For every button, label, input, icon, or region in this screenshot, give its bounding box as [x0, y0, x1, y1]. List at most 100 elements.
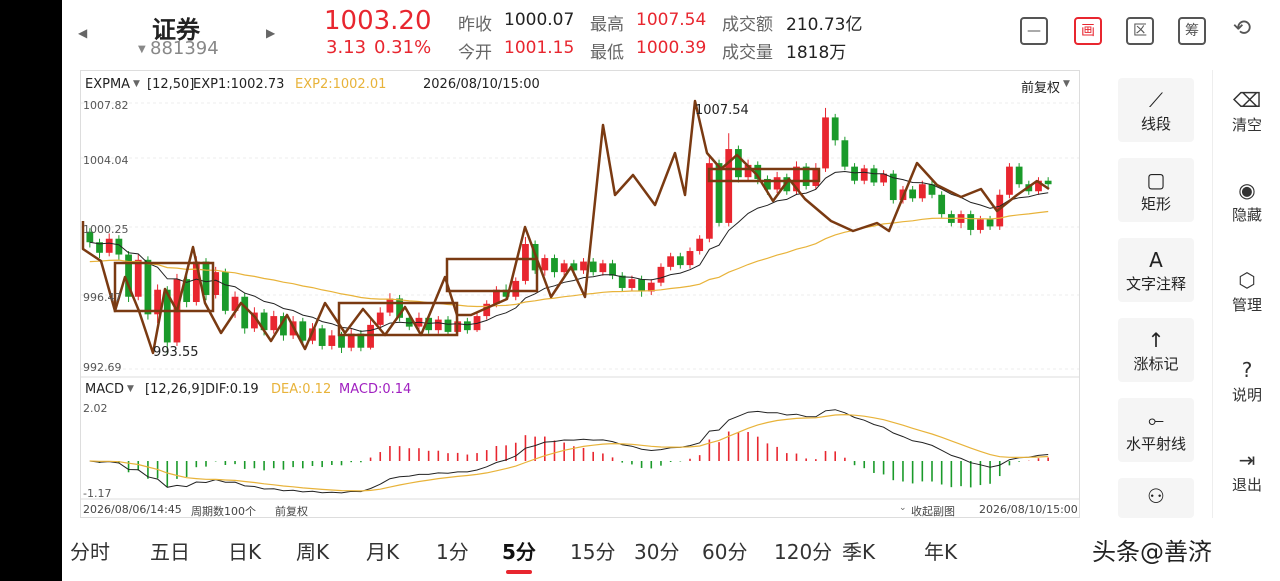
candle-body: [522, 243, 529, 281]
exit-button[interactable]: ⇥ 退出: [1217, 448, 1277, 495]
candle-body: [667, 256, 675, 267]
period-tab-5[interactable]: 1分: [436, 536, 469, 565]
candle-body: [463, 321, 471, 331]
adjust-selector[interactable]: 前复权: [1021, 77, 1060, 96]
chips-icon[interactable]: 筹: [1178, 17, 1206, 45]
adjust-dropdown-icon[interactable]: ▼: [1063, 79, 1070, 89]
hide-button[interactable]: ◉ 隐藏: [1217, 178, 1277, 225]
candle-body: [822, 117, 829, 169]
exp1-value: EXP1:1002.73: [193, 77, 285, 92]
manage-icon: ⬡: [1238, 268, 1256, 292]
exp2-value: EXP2:1002.01: [295, 77, 387, 92]
drawing-tools-panel: ⟋ 线段 ▢ 矩形 A 文字注释 ↑ 涨标记 ⟜ 水平射线 ⚇: [1088, 70, 1212, 518]
dea-line: [89, 413, 1049, 492]
chart-panel[interactable]: EXPMA ▼ [12,50] EXP1:1002.73 EXP2:1002.0…: [80, 70, 1080, 518]
tool-label: 涨标记: [1133, 355, 1179, 373]
prev-stock-arrow-icon[interactable]: ◀: [78, 26, 87, 40]
manage-button[interactable]: ⬡ 管理: [1217, 268, 1277, 315]
macd-selector[interactable]: MACD: [85, 382, 124, 397]
candle-body: [1006, 166, 1013, 195]
candle-body: [434, 319, 442, 331]
period-tab-9[interactable]: 60分: [702, 536, 747, 565]
figure-icon: ⚇: [1147, 484, 1165, 508]
period-tab-12[interactable]: 年K: [924, 536, 957, 565]
candle-body: [134, 259, 142, 297]
candle-body: [686, 251, 694, 266]
candle-body: [241, 296, 249, 329]
indicator-dropdown-icon[interactable]: ▼: [133, 79, 140, 89]
period-tab-0[interactable]: 分时: [70, 536, 110, 565]
tool-line-segment[interactable]: ⟋ 线段: [1118, 78, 1194, 142]
ray-icon: ⟜: [1148, 408, 1164, 432]
period-tab-7[interactable]: 15分: [570, 536, 615, 565]
candle-body: [444, 319, 452, 332]
low-value: 1000.39: [636, 38, 707, 58]
y-label-3: 1000.25: [83, 223, 129, 236]
high-value: 1007.54: [636, 10, 707, 30]
candle-body: [541, 258, 549, 271]
exit-icon: ⇥: [1238, 448, 1256, 472]
next-stock-arrow-icon[interactable]: ▶: [266, 26, 275, 40]
tool-rectangle[interactable]: ▢ 矩形: [1118, 158, 1194, 222]
indicator-params: [12,50]: [147, 77, 195, 92]
up-arrow-icon: ↑: [1147, 328, 1165, 352]
open-label: 今开: [458, 43, 492, 63]
tool-horizontal-ray[interactable]: ⟜ 水平射线: [1118, 398, 1194, 462]
candle-body: [328, 335, 336, 346]
price-change-pct: 0.31%: [374, 37, 432, 58]
macd-dropdown-icon[interactable]: ▼: [127, 384, 134, 394]
period-tab-4[interactable]: 月K: [366, 536, 399, 565]
stock-code[interactable]: 881394: [150, 38, 219, 59]
period-tab-1[interactable]: 五日: [150, 536, 190, 565]
range-icon[interactable]: 区: [1126, 17, 1154, 45]
volume-value: 1818万: [786, 43, 847, 63]
period-count: 周期数100个: [191, 505, 256, 518]
candle-body: [270, 316, 278, 331]
candle-body: [909, 189, 917, 199]
candle-body: [773, 177, 781, 190]
main-chart[interactable]: [81, 71, 1079, 517]
candle-body: [202, 261, 210, 295]
help-icon: ?: [1241, 358, 1253, 382]
turnover-label: 成交额: [722, 15, 773, 35]
minus-box-icon[interactable]: —: [1020, 17, 1048, 45]
chart-datetime: 2026/08/10/15:00: [423, 77, 540, 92]
candle-body: [735, 149, 742, 178]
collapse-subchart-button[interactable]: 收起副图: [911, 503, 955, 519]
turnover-value: 210.73亿: [786, 15, 863, 35]
tool-more[interactable]: ⚇: [1118, 478, 1194, 518]
draw-icon[interactable]: 画: [1074, 17, 1102, 45]
indicator-selector[interactable]: EXPMA: [85, 77, 130, 92]
period-tab-3[interactable]: 周K: [296, 536, 329, 565]
tool-up-mark[interactable]: ↑ 涨标记: [1118, 318, 1194, 382]
candle-body: [918, 184, 926, 199]
open-value: 1001.15: [504, 38, 575, 58]
y-label-4: 996.47: [83, 291, 122, 304]
rotate-screen-icon[interactable]: ⟲: [1228, 17, 1256, 45]
current-price: 1003.20: [324, 6, 432, 36]
period-tab-10[interactable]: 120分: [774, 536, 832, 565]
candle-body: [144, 259, 152, 315]
period-tab-2[interactable]: 日K: [228, 536, 261, 565]
candle-body: [599, 263, 607, 273]
dropdown-icon[interactable]: ▼: [138, 44, 146, 55]
trash-icon: ⌫: [1232, 88, 1262, 112]
y-label-2: 1004.04: [83, 154, 129, 167]
tool-label: 水平射线: [1125, 435, 1186, 453]
period-tab-11[interactable]: 季K: [842, 536, 875, 565]
candle-body: [657, 266, 665, 283]
clear-button[interactable]: ⌫ 清空: [1217, 88, 1277, 135]
tool-text[interactable]: A 文字注释: [1118, 238, 1194, 302]
candle-body: [376, 312, 384, 325]
period-tab-6[interactable]: 5分: [502, 536, 536, 574]
period-tab-8[interactable]: 30分: [634, 536, 679, 565]
candle-body: [851, 166, 858, 181]
prev-close-label: 昨收: [458, 15, 492, 35]
y-label-1: 1007.82: [83, 99, 129, 112]
help-button[interactable]: ? 说明: [1217, 358, 1277, 405]
candle-body: [938, 194, 946, 215]
collapse-icon[interactable]: ⌄: [899, 503, 907, 513]
candle-body: [338, 335, 345, 348]
candle-body: [977, 219, 984, 230]
macd-y-bottom: -1.17: [83, 487, 112, 500]
